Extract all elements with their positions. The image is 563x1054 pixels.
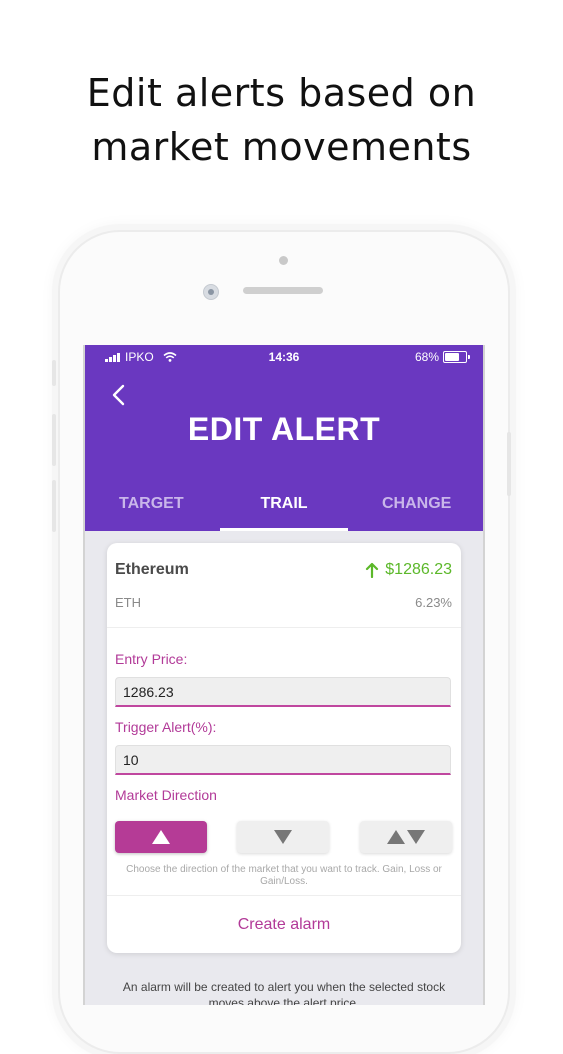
direction-help-text: Choose the direction of the market that … — [126, 864, 442, 887]
triangle-up-down-icon — [387, 830, 425, 844]
proximity-sensor — [279, 256, 288, 265]
battery-percent: 68% — [414, 350, 439, 364]
asset-name: Ethereum — [115, 561, 189, 578]
chevron-left-icon[interactable] — [109, 383, 129, 407]
app-header: IPKO 14:36 68% EDIT ALERT TARGET TRAIL C… — [85, 345, 483, 531]
asset-ticker: ETH — [115, 595, 141, 610]
trigger-alert-input[interactable]: 10 — [115, 745, 451, 775]
power-button — [507, 432, 511, 496]
battery-info: 68% — [414, 350, 470, 364]
headline-line-2: market movements — [91, 125, 472, 169]
app-screen: IPKO 14:36 68% EDIT ALERT TARGET TRAIL C… — [83, 345, 485, 1005]
footer-note: An alarm will be created to alert you wh… — [122, 980, 446, 1005]
market-direction-label: Market Direction — [115, 787, 217, 803]
divider — [107, 627, 461, 628]
direction-gain-button[interactable] — [115, 821, 207, 853]
battery-icon — [443, 351, 470, 363]
triangle-down-icon — [274, 830, 292, 844]
entry-price-input[interactable]: 1286.23 — [115, 677, 451, 707]
asset-change: 6.23% — [415, 595, 452, 610]
tab-change[interactable]: CHANGE — [350, 493, 483, 531]
alert-card: Ethereum $1286.23 ETH 6.23% Entry Price:… — [107, 543, 461, 953]
marketing-headline: Edit alerts based on market movements — [0, 66, 563, 174]
asset-price: $1286.23 — [365, 561, 452, 579]
status-bar: IPKO 14:36 68% — [85, 345, 483, 367]
trigger-alert-label: Trigger Alert(%): — [115, 719, 217, 735]
earpiece-speaker — [243, 287, 323, 294]
front-camera-icon — [203, 284, 219, 300]
asset-price-value: $1286.23 — [385, 561, 452, 578]
alert-type-tabs: TARGET TRAIL CHANGE — [85, 493, 483, 531]
tab-target[interactable]: TARGET — [85, 493, 218, 531]
entry-price-label: Entry Price: — [115, 651, 188, 667]
direction-loss-button[interactable] — [237, 821, 329, 853]
volume-up-button — [52, 414, 56, 466]
create-alarm-button[interactable]: Create alarm — [107, 896, 461, 953]
direction-gain-or-loss-button[interactable] — [360, 821, 452, 853]
page-title: EDIT ALERT — [187, 411, 381, 447]
arrow-up-icon — [366, 562, 379, 578]
triangle-up-icon — [152, 830, 170, 844]
headline-line-1: Edit alerts based on — [86, 71, 477, 115]
volume-down-button — [52, 480, 56, 532]
tab-trail[interactable]: TRAIL — [218, 493, 351, 531]
mute-switch — [52, 360, 56, 386]
